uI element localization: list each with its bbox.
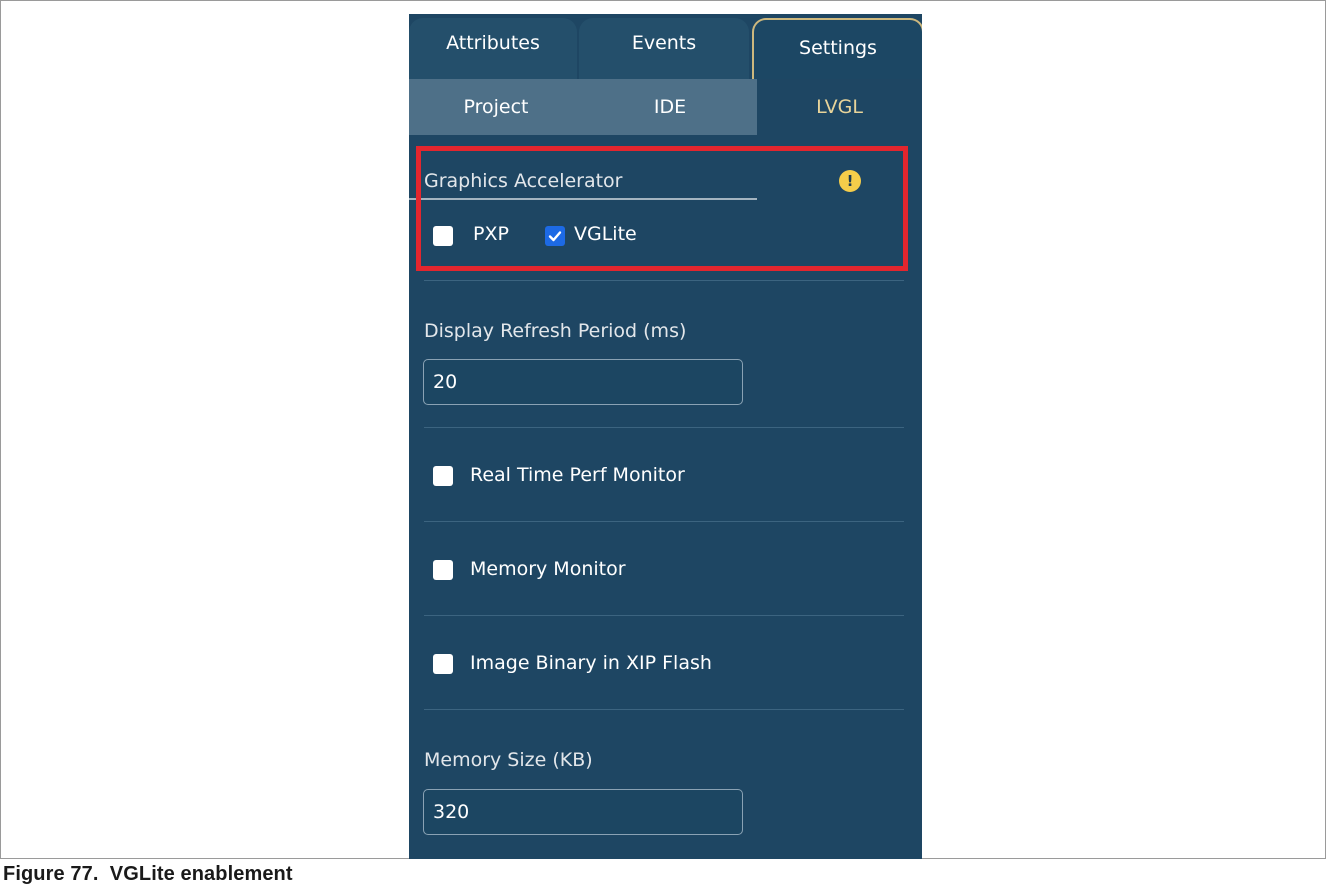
subtab-lvgl[interactable]: LVGL [757,79,922,135]
real-time-perf-monitor-checkbox[interactable] [433,466,453,486]
tab-attributes[interactable]: Attributes [409,18,577,79]
checkmark-icon [548,231,562,242]
section-divider [424,709,904,710]
memory-monitor-checkbox[interactable] [433,560,453,580]
vglite-checkbox[interactable] [545,226,565,246]
figure-caption: Figure 77. VGLite enablement [3,863,293,885]
tab-settings[interactable]: Settings [752,18,922,79]
exclamation-warning-icon[interactable]: ! [839,170,861,192]
tab-events[interactable]: Events [579,18,749,79]
image-binary-xip-flash-checkbox[interactable] [433,654,453,674]
top-tab-bar: Attributes Events Settings [409,14,922,79]
pxp-label: PXP [473,223,509,245]
sub-tab-bar: Project IDE LVGL [409,79,922,200]
display-refresh-label: Display Refresh Period (ms) [424,320,687,342]
memory-size-input[interactable] [423,789,743,835]
section-divider [424,427,904,428]
section-divider [424,521,904,522]
section-divider [424,280,904,281]
pxp-checkbox[interactable] [433,226,453,246]
subtab-project[interactable]: Project [409,79,583,135]
graphics-accelerator-label: Graphics Accelerator [424,170,623,192]
display-refresh-input[interactable] [423,359,743,405]
memory-size-label: Memory Size (KB) [424,749,593,771]
settings-panel: Attributes Events Settings Project IDE L… [409,14,922,859]
real-time-perf-monitor-label: Real Time Perf Monitor [470,464,685,486]
subtab-ide[interactable]: IDE [583,79,757,135]
graphics-accelerator-highlight [416,146,908,271]
vglite-label: VGLite [574,223,637,245]
memory-monitor-label: Memory Monitor [470,558,626,580]
section-divider [424,615,904,616]
image-binary-xip-flash-label: Image Binary in XIP Flash [470,652,712,674]
